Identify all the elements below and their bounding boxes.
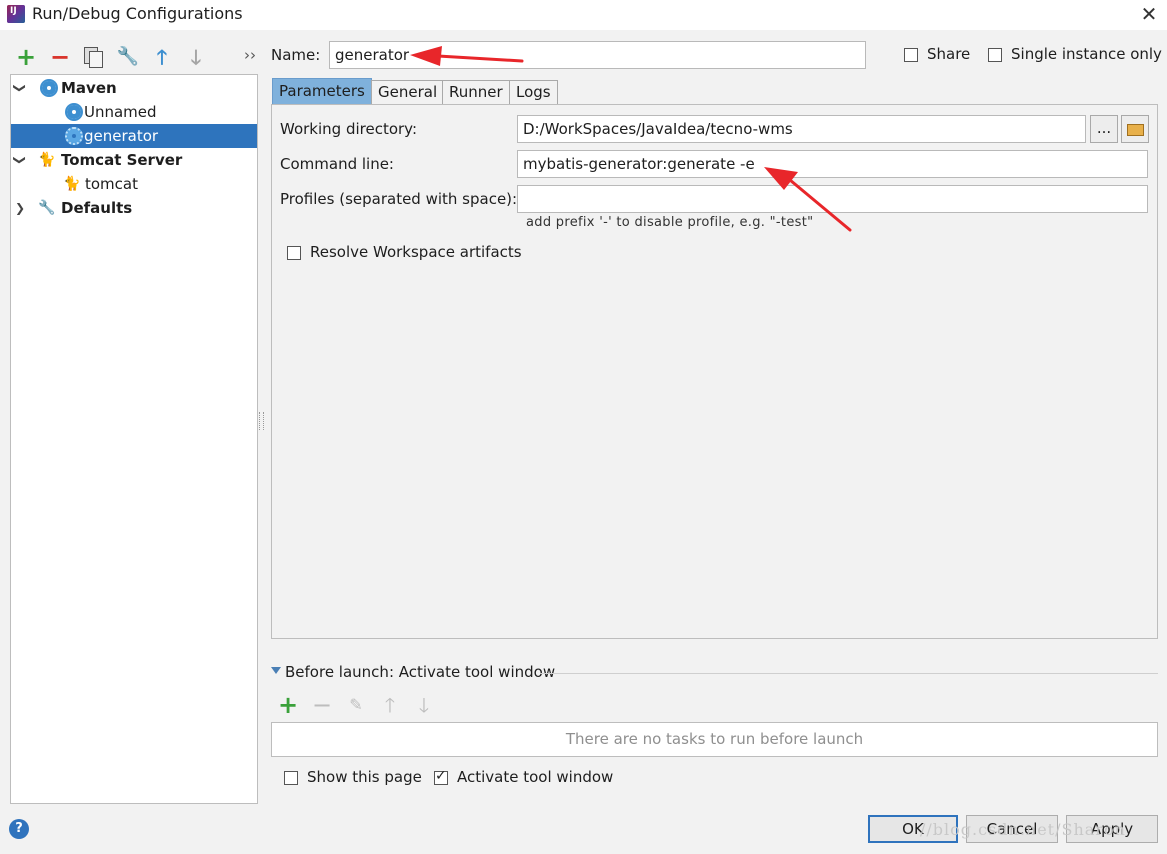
separator bbox=[540, 673, 1158, 674]
close-icon[interactable]: ✕ bbox=[1138, 3, 1160, 25]
browse-button[interactable]: ... bbox=[1090, 115, 1118, 143]
working-directory-label: Working directory: bbox=[280, 120, 418, 138]
defaults-wrench-icon: 🔧 bbox=[38, 200, 56, 216]
chevron-down-icon[interactable]: ❯ bbox=[8, 81, 32, 95]
tab-general[interactable]: General bbox=[371, 80, 445, 104]
move-up-icon[interactable]: 🡑 bbox=[378, 693, 402, 717]
add-task-icon[interactable]: + bbox=[276, 693, 300, 717]
working-directory-input[interactable]: D:/WorkSpaces/JavaIdea/tecno-wms bbox=[517, 115, 1086, 143]
share-checkbox[interactable] bbox=[904, 48, 918, 62]
tree-item-label: Tomcat Server bbox=[61, 151, 183, 169]
tree-item-generator[interactable]: generator bbox=[11, 124, 257, 148]
remove-configuration-icon[interactable]: − bbox=[48, 45, 72, 69]
name-input[interactable]: generator bbox=[329, 41, 866, 69]
resolve-workspace-checkbox[interactable] bbox=[287, 246, 301, 260]
remove-task-icon[interactable]: − bbox=[310, 693, 334, 717]
tomcat-icon: 🐈 bbox=[63, 176, 81, 192]
move-down-icon[interactable]: 🡓 bbox=[412, 693, 436, 717]
resolve-workspace-label: Resolve Workspace artifacts bbox=[310, 243, 522, 261]
tree-item-tomcat-server[interactable]: ❯ 🐈 Tomcat Server bbox=[11, 148, 257, 172]
tree-item-label: Maven bbox=[61, 79, 117, 97]
show-page-checkbox[interactable] bbox=[284, 771, 298, 785]
collapse-triangle-icon[interactable] bbox=[271, 667, 281, 674]
help-icon[interactable]: ? bbox=[9, 819, 29, 839]
single-instance-label: Single instance only bbox=[1011, 45, 1162, 63]
before-launch-task-list[interactable]: There are no tasks to run before launch bbox=[271, 722, 1158, 757]
folder-icon bbox=[1127, 124, 1144, 136]
profiles-label: Profiles (separated with space): bbox=[280, 190, 518, 208]
tree-item-tomcat[interactable]: 🐈 tomcat bbox=[11, 172, 257, 196]
before-launch-title[interactable]: Before launch: Activate tool window bbox=[285, 663, 555, 681]
tab-parameters[interactable]: Parameters bbox=[272, 78, 372, 104]
move-up-icon[interactable]: 🡑 bbox=[150, 45, 174, 69]
command-line-input[interactable]: mybatis-generator:generate -e bbox=[517, 150, 1148, 178]
intellij-app-icon: IJ bbox=[7, 5, 25, 23]
profiles-hint: add prefix '-' to disable profile, e.g. … bbox=[526, 215, 814, 230]
chevron-right-icon[interactable]: ❯ bbox=[13, 196, 27, 220]
profiles-input[interactable] bbox=[517, 185, 1148, 213]
tab-logs[interactable]: Logs bbox=[509, 80, 558, 104]
activate-tool-window-label: Activate tool window bbox=[457, 768, 614, 786]
single-instance-checkbox[interactable] bbox=[988, 48, 1002, 62]
move-down-icon[interactable]: 🡓 bbox=[184, 45, 208, 69]
app-icon-text: IJ bbox=[10, 6, 17, 16]
tree-item-label: Unnamed bbox=[84, 103, 157, 121]
more-actions-icon[interactable]: ›› bbox=[244, 46, 256, 64]
splitter-handle[interactable] bbox=[259, 412, 264, 430]
tree-item-label: Defaults bbox=[61, 199, 133, 217]
tree-item-label: tomcat bbox=[85, 175, 138, 193]
add-configuration-icon[interactable]: + bbox=[14, 45, 38, 69]
show-page-label: Show this page bbox=[307, 768, 422, 786]
window-title: Run/Debug Configurations bbox=[32, 4, 243, 23]
watermark: //blog.csdn.net/Sharon bbox=[920, 820, 1126, 839]
tree-item-label: generator bbox=[84, 127, 159, 145]
chevron-down-icon[interactable]: ❯ bbox=[8, 153, 32, 167]
tomcat-icon: 🐈 bbox=[38, 152, 56, 168]
edit-defaults-icon[interactable]: 🔧 bbox=[116, 45, 140, 69]
maven-gear-icon bbox=[65, 127, 83, 145]
maven-gear-icon bbox=[65, 103, 83, 121]
copy-configuration-icon[interactable] bbox=[84, 47, 103, 68]
name-label: Name: bbox=[271, 46, 321, 64]
share-label: Share bbox=[927, 45, 971, 63]
tree-item-defaults[interactable]: ❯ 🔧 Defaults bbox=[11, 196, 257, 220]
maven-gear-icon bbox=[40, 79, 58, 97]
tab-runner[interactable]: Runner bbox=[442, 80, 510, 104]
configuration-tree[interactable]: ❯ Maven Unnamed generator ❯ 🐈 Tomcat Ser… bbox=[10, 74, 258, 804]
tree-item-maven[interactable]: ❯ Maven bbox=[11, 76, 257, 100]
tree-item-unnamed[interactable]: Unnamed bbox=[11, 100, 257, 124]
activate-tool-window-checkbox[interactable] bbox=[434, 768, 448, 785]
edit-task-icon[interactable]: ✎ bbox=[344, 693, 368, 717]
folder-macro-button[interactable] bbox=[1121, 115, 1149, 143]
command-line-label: Command line: bbox=[280, 155, 394, 173]
